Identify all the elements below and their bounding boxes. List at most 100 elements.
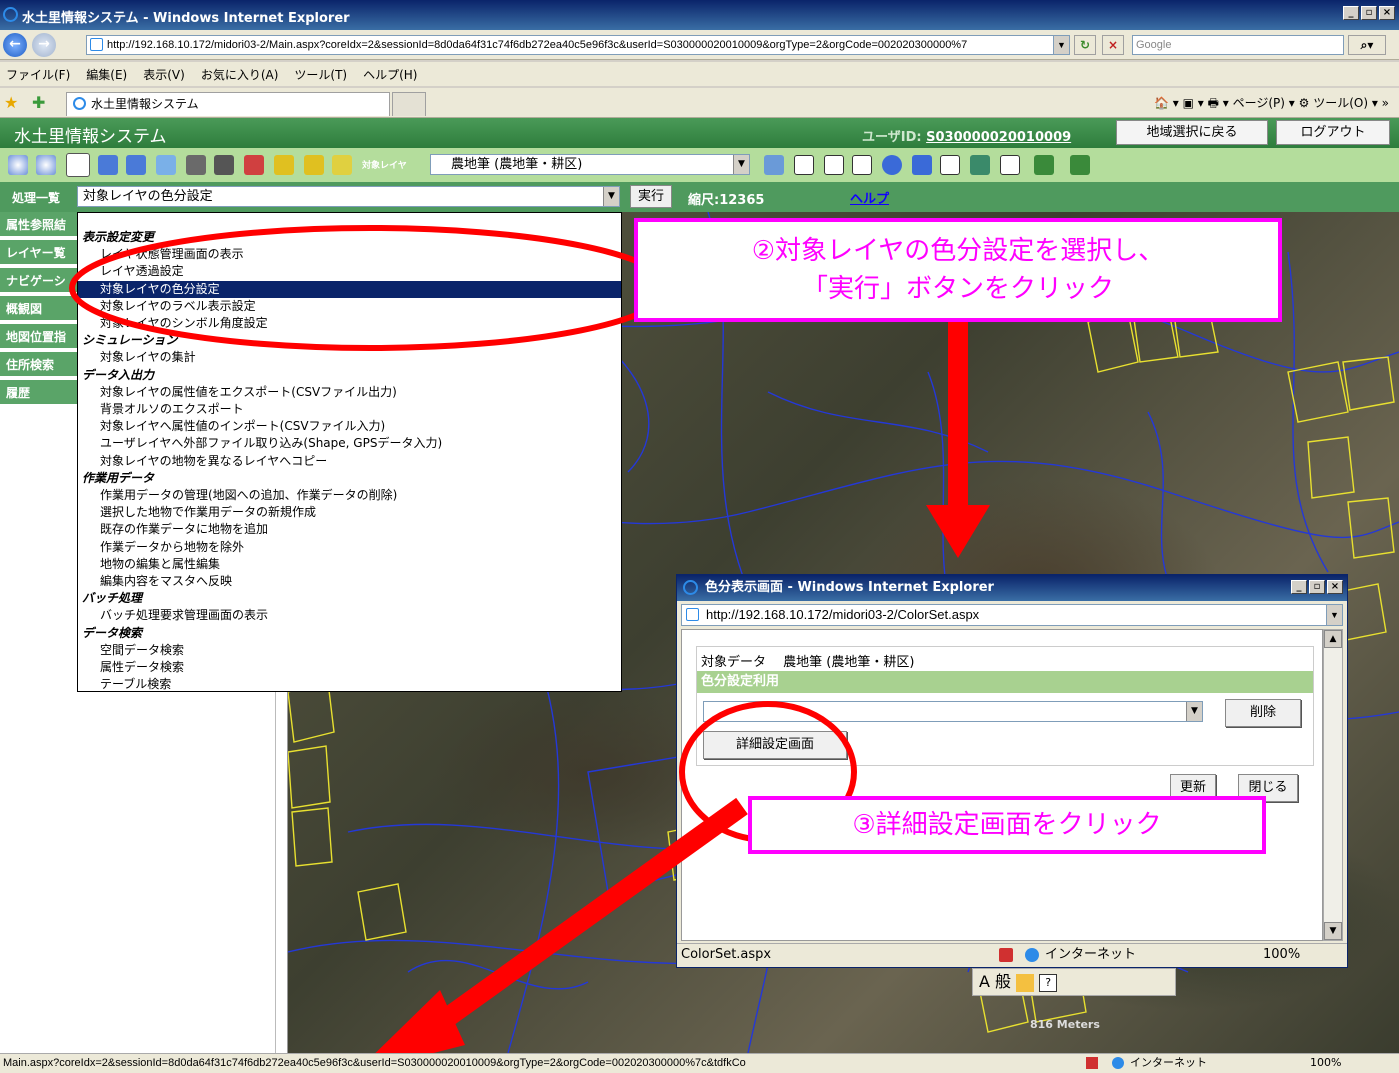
menu-file[interactable]: ファイル(F) (6, 66, 70, 83)
search-icon[interactable]: ⌕▾ (1348, 35, 1386, 55)
dropdown-option[interactable]: 作業用データの管理(地図への追加、作業データの削除) (78, 487, 621, 504)
menu-view[interactable]: 表示(V) (143, 66, 185, 83)
select-pointer-icon[interactable] (794, 155, 814, 175)
dropdown-option[interactable]: 作業データから地物を除外 (78, 539, 621, 556)
refresh-icon[interactable]: ↻ (1074, 35, 1096, 55)
search-input[interactable]: Google (1132, 35, 1344, 55)
ime-dictionary-icon[interactable] (1016, 973, 1035, 992)
popup-close-button[interactable]: × (1327, 580, 1343, 594)
layer-select[interactable]: 農地筆 (農地筆・耕区) ▼ (430, 154, 750, 175)
dropdown-option[interactable]: 既存の作業データに地物を追加 (78, 521, 621, 538)
ime-bar[interactable]: A 般 ? (972, 968, 1176, 996)
close-button[interactable]: × (1379, 6, 1395, 20)
sidebar-tab-history[interactable]: 履歴 (0, 380, 80, 406)
table-icon[interactable] (1000, 155, 1020, 175)
tab-active[interactable]: 水土里情報システム (66, 92, 390, 116)
maximize-button[interactable]: ▫ (1361, 6, 1377, 20)
info-box-icon[interactable] (912, 155, 932, 175)
select-polygon-icon[interactable] (852, 155, 872, 175)
forward-arrow-icon[interactable] (126, 155, 146, 175)
dropdown-option[interactable]: 属性データ検索 (78, 659, 621, 676)
color-setting-frame: 対象データ 農地筆 (農地筆・耕区) 色分設定利用 ▼ 削除 詳細設定画面 (696, 646, 1314, 766)
layers-icon[interactable] (332, 155, 352, 175)
menu-help[interactable]: ヘルプ(H) (363, 66, 417, 83)
select-icon[interactable] (764, 155, 784, 175)
dropdown-option[interactable]: テーブル検索 (78, 676, 621, 691)
stop-icon[interactable]: × (1102, 35, 1124, 55)
info-icon[interactable] (882, 155, 902, 175)
dropdown-option[interactable]: 対象レイヤの地物を異なるレイヤへコピー (78, 453, 621, 470)
color-setting-select[interactable]: ▼ (703, 701, 1203, 722)
back-arrow-icon[interactable]: ← (3, 33, 27, 57)
select-rect-icon[interactable] (824, 155, 844, 175)
dropdown-option[interactable]: 対象レイヤの属性値をエクスポート(CSVファイル出力) (78, 384, 621, 401)
delete-button[interactable]: 削除 (1225, 699, 1301, 727)
back-to-region-button[interactable]: 地域選択に戻る (1116, 120, 1268, 145)
new-tab-button[interactable] (392, 92, 426, 116)
pan-hand-icon[interactable] (66, 153, 90, 177)
attribute-info-icon[interactable] (970, 155, 990, 175)
favorites-star-icon[interactable]: ★ (4, 93, 18, 112)
layer-up-icon[interactable] (274, 155, 294, 175)
dropdown-option[interactable]: 対象レイヤのシンボル角度設定 (78, 315, 621, 332)
execute-button[interactable]: 実行 (630, 185, 672, 208)
sidebar-tab-layers[interactable]: レイヤー覧 (0, 240, 80, 266)
full-extent-icon[interactable] (156, 155, 176, 175)
dropdown-option[interactable]: 対象レイヤの集計 (78, 349, 621, 366)
dropdown-option[interactable]: バッチ処理要求管理画面の表示 (78, 607, 621, 624)
measure-icon[interactable] (186, 155, 206, 175)
menu-edit[interactable]: 編集(E) (86, 66, 127, 83)
dropdown-option[interactable]: 編集内容をマスタへ反映 (78, 573, 621, 590)
process-label: 処理一覧 (12, 191, 61, 205)
address-dropdown-icon[interactable]: ▼ (1053, 36, 1069, 54)
user-id-link[interactable]: S030000020010009 (926, 130, 1071, 145)
sidebar-tab-overview[interactable]: 概観図 (0, 296, 80, 322)
menu-favorites[interactable]: お気に入り(A) (201, 66, 279, 83)
address-input[interactable]: http://192.168.10.172/midori03-2/Main.as… (86, 35, 1070, 55)
process-select[interactable]: 対象レイヤの色分設定 ▼ (77, 186, 620, 207)
popup-status-zoom[interactable]: 100% (1263, 944, 1300, 966)
dropdown-option[interactable]: 空間データ検索 (78, 642, 621, 659)
back-arrow-icon[interactable] (98, 155, 118, 175)
minimize-button[interactable]: _ (1343, 6, 1359, 20)
database-icon[interactable] (1070, 155, 1090, 175)
detail-setting-button[interactable]: 詳細設定画面 (703, 731, 847, 759)
dropdown-option[interactable]: 対象レイヤの色分設定 (78, 280, 621, 298)
dropdown-option[interactable]: 背景オルソのエクスポート (78, 401, 621, 418)
popup-maximize-button[interactable]: ▫ (1309, 580, 1325, 594)
ime-help-icon[interactable]: ? (1039, 973, 1058, 992)
sidebar-tab-attributes[interactable]: 属性参照結 (0, 212, 80, 238)
dropdown-option[interactable]: 地物の編集と属性編集 (78, 556, 621, 573)
scroll-up-icon[interactable]: ▲ (1324, 630, 1342, 648)
popup-minimize-button[interactable]: _ (1291, 580, 1307, 594)
help-link[interactable]: ヘルプ (850, 188, 889, 207)
command-bar[interactable]: 🏠 ▾ ▣ ▾ 🖶 ▾ ページ(P) ▾ ⚙ ツール(O) ▾ » (1154, 94, 1389, 115)
popup-scrollbar[interactable]: ▲ ▼ (1323, 629, 1343, 941)
layer-down-icon[interactable] (304, 155, 324, 175)
edit-icon[interactable] (1034, 155, 1054, 175)
forward-arrow-icon[interactable]: → (32, 33, 56, 57)
export-icon[interactable] (244, 155, 264, 175)
print-icon[interactable] (214, 155, 234, 175)
status-zoom[interactable]: 100% (1310, 1054, 1341, 1072)
sidebar-tab-location[interactable]: 地図位置指 (0, 324, 80, 350)
menu-tools[interactable]: ツール(T) (294, 66, 347, 83)
add-favorites-icon[interactable]: ✚ (32, 93, 45, 112)
dropdown-option[interactable]: レイヤ透過設定 (78, 263, 621, 280)
popup-status-zone: インターネット (1045, 947, 1137, 962)
list-icon[interactable] (940, 155, 960, 175)
popup-address-input[interactable]: http://192.168.10.172/midori03-2/ColorSe… (681, 604, 1343, 626)
dropdown-option[interactable]: 対象レイヤのラベル表示設定 (78, 298, 621, 315)
scroll-down-icon[interactable]: ▼ (1324, 922, 1342, 940)
ie-icon (683, 580, 698, 595)
chevron-down-icon[interactable]: ▼ (1326, 605, 1342, 625)
dropdown-option[interactable]: ユーザレイヤへ外部ファイル取り込み(Shape, GPSデータ入力) (78, 435, 621, 452)
sidebar-tab-address-search[interactable]: 住所検索 (0, 352, 80, 378)
zoom-in-icon[interactable] (8, 155, 28, 175)
dropdown-option[interactable]: レイヤ状態管理画面の表示 (78, 246, 621, 263)
dropdown-option[interactable]: 対象レイヤへ属性値のインポート(CSVファイル入力) (78, 418, 621, 435)
sidebar-tab-navigation[interactable]: ナビゲーシ (0, 268, 80, 294)
zoom-out-icon[interactable] (36, 155, 56, 175)
dropdown-option[interactable]: 選択した地物で作業用データの新規作成 (78, 504, 621, 521)
logout-button[interactable]: ログアウト (1276, 120, 1390, 145)
